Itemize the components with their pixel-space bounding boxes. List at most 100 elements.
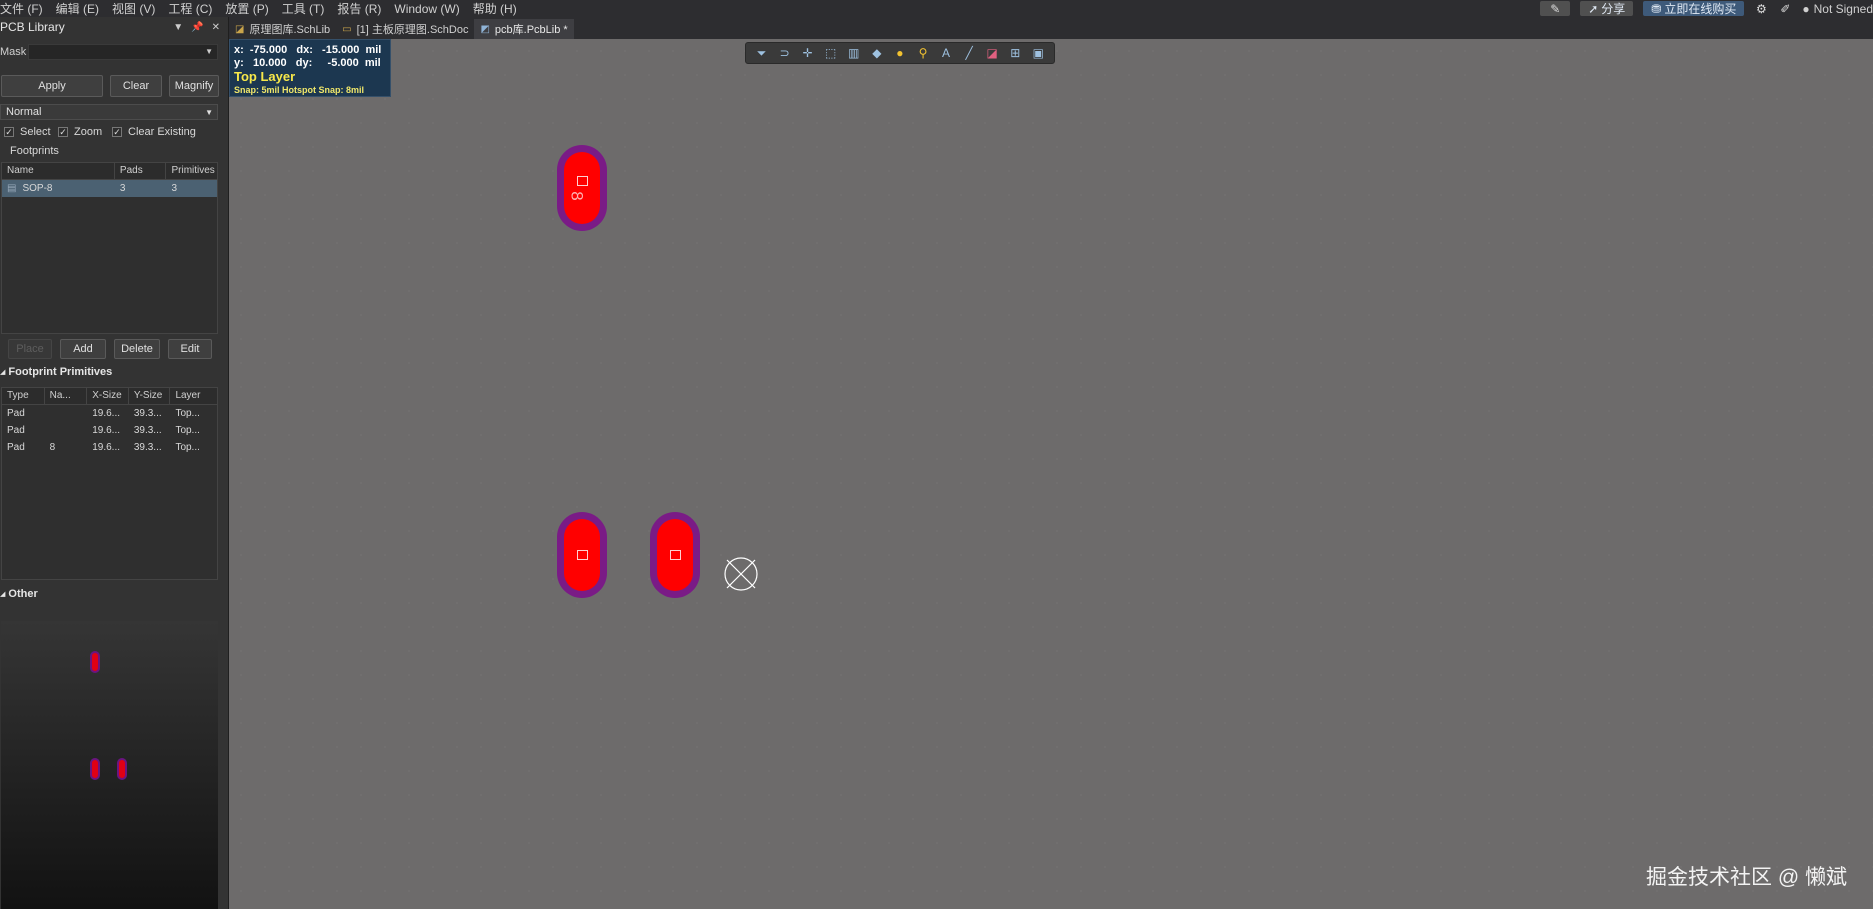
pad-2[interactable] (650, 512, 700, 598)
select-rect-icon[interactable]: ⬚ (823, 45, 839, 61)
menu-view[interactable]: 视图 (V) (112, 0, 168, 17)
table-row[interactable]: Pad 8 19.6... 39.3... Top... (2, 439, 217, 456)
component-icon[interactable]: ◆ (869, 45, 885, 61)
close-icon[interactable]: ✕ (212, 22, 220, 33)
coordinate-hud: x: -75.000 dx: -15.000 mil y: 10.000 dy:… (229, 39, 391, 97)
zoom-checkbox[interactable]: ✓ Zoom (58, 126, 102, 138)
footprints-header: Name Pads Primitives (2, 163, 217, 180)
chat-icon: ✎ (1550, 1, 1561, 16)
pad-hotspot (577, 176, 588, 186)
text-icon[interactable]: A (938, 45, 954, 61)
col-name[interactable]: Name (2, 163, 115, 179)
panel-title: PCB Library (0, 20, 65, 34)
menu-tools[interactable]: 工具 (T) (282, 0, 338, 17)
place-button[interactable]: Place (8, 339, 52, 359)
region-icon[interactable]: ◪ (984, 45, 1000, 61)
footprints-title: Footprints (10, 145, 59, 157)
board-icon[interactable]: ▣ (1030, 45, 1046, 61)
tab-pcblib[interactable]: ◩ pcb库.PcbLib * (474, 19, 574, 39)
watermark: 掘金技术社区 @ 懒斌 (1646, 866, 1847, 889)
other-section-title[interactable]: ◢ Other (0, 588, 38, 600)
dropdown-icon[interactable]: ▼ (173, 22, 183, 33)
pad-8[interactable]: 8 (557, 145, 607, 231)
via-icon[interactable]: ⚲ (915, 45, 931, 61)
col-name[interactable]: Na... (45, 388, 88, 404)
cell-type: Pad (7, 442, 25, 453)
cart-icon: ⛃ (1651, 1, 1662, 16)
primitives-title: Footprint Primitives (8, 366, 113, 378)
pad-1[interactable] (557, 512, 607, 598)
tab-label: 原理图库.SchLib (249, 24, 331, 36)
dimension-icon[interactable]: ⊞ (1007, 45, 1023, 61)
footprint-icon: ▤ (7, 183, 17, 194)
crosshair-icon[interactable]: ✛ (800, 45, 816, 61)
primitives-section-title[interactable]: ◢ Footprint Primitives (0, 366, 112, 378)
cell-xsize: 19.6... (92, 408, 121, 419)
magnet-icon[interactable]: ⊃ (777, 45, 793, 61)
delete-button[interactable]: Delete (114, 339, 160, 359)
pad-designator: 8 (567, 191, 587, 201)
buy-online-button[interactable]: ⛃ 立即在线购买 (1643, 1, 1745, 16)
clear-button[interactable]: Clear (110, 75, 162, 97)
table-row[interactable]: ▤ SOP-8 3 3 (2, 180, 217, 197)
checkbox-clear-existing-box: ✓ (112, 127, 122, 137)
cell-xsize: 19.6... (92, 425, 121, 436)
collapse-icon: ◢ (0, 369, 6, 376)
feedback-button[interactable]: ✎ (1540, 1, 1571, 16)
primitives-header: Type Na... X-Size Y-Size Layer (2, 388, 217, 405)
cell-name: 8 (49, 442, 56, 453)
select-checkbox[interactable]: ✓ Select (4, 126, 51, 138)
preview-pad (90, 651, 100, 673)
menu-project[interactable]: 工程 (C) (168, 0, 225, 17)
filter-icon[interactable]: ⏷ (754, 45, 770, 61)
apply-button[interactable]: Apply (1, 75, 103, 97)
clear-existing-checkbox[interactable]: ✓ Clear Existing (112, 126, 196, 138)
col-type[interactable]: Type (2, 388, 45, 404)
tab-label: [1] 主板原理图.SchDoc (356, 24, 469, 36)
user-label: Not Signed (1813, 1, 1873, 16)
menu-reports[interactable]: 报告 (R) (337, 0, 394, 17)
col-primitives[interactable]: Primitives (166, 163, 217, 179)
table-row[interactable]: Pad 19.6... 39.3... Top... (2, 405, 217, 422)
cell-xsize: 19.6... (92, 442, 121, 453)
checkbox-zoom-box: ✓ (58, 127, 68, 137)
cell-type: Pad (7, 408, 25, 419)
chevron-down-icon: ▼ (205, 107, 213, 117)
menu-window[interactable]: Window (W) (394, 2, 472, 16)
pcblib-file-icon: ◩ (480, 23, 490, 35)
cell-layer: Top... (175, 442, 200, 453)
table-row[interactable]: Pad 19.6... 39.3... Top... (2, 422, 217, 439)
hud-line-x: x: -75.000 dx: -15.000 mil (234, 44, 382, 56)
magnify-button[interactable]: Magnify (169, 75, 219, 97)
menu-file[interactable]: 文件 (F) (0, 0, 56, 17)
add-button[interactable]: Add (60, 339, 106, 359)
col-layer[interactable]: Layer (170, 388, 217, 404)
cell-ysize: 39.3... (133, 408, 162, 419)
edit-button[interactable]: Edit (168, 339, 212, 359)
tab-schlib[interactable]: ◪ 原理图库.SchLib (229, 19, 336, 39)
mask-input[interactable]: ▼ (28, 44, 218, 60)
menu-place[interactable]: 放置 (P) (225, 0, 281, 17)
align-icon[interactable]: ▥ (846, 45, 862, 61)
pad-icon[interactable]: ● (892, 45, 908, 61)
filter-mode-select[interactable]: Normal ▼ (0, 104, 218, 120)
active-bar: ⏷ ⊃ ✛ ⬚ ▥ ◆ ● ⚲ A ╱ ◪ ⊞ ▣ (745, 42, 1055, 64)
mask-label: Mask (0, 46, 27, 58)
share-label: 分享 (1601, 2, 1626, 16)
line-icon[interactable]: ╱ (961, 45, 977, 61)
share-button[interactable]: ➚ 分享 (1580, 1, 1634, 16)
col-pads[interactable]: Pads (115, 163, 167, 179)
tab-label: pcb库.PcbLib * (494, 24, 568, 36)
gear-icon[interactable]: ⚙ (1754, 2, 1768, 16)
pcb-library-panel: PCB Library ▼ 📌 ✕ Mask ▼ Apply Clear Mag… (0, 17, 229, 909)
pen-icon[interactable]: ✐ (1778, 2, 1792, 16)
pcb-canvas[interactable]: x: -75.000 dx: -15.000 mil y: 10.000 dy:… (229, 39, 1873, 909)
col-xsize[interactable]: X-Size (87, 388, 129, 404)
user-account[interactable]: ● Not Signed (1802, 2, 1873, 16)
schlib-file-icon: ◪ (235, 23, 245, 35)
menu-edit[interactable]: 编辑 (E) (56, 0, 112, 17)
pin-icon[interactable]: 📌 (191, 22, 203, 33)
menu-help[interactable]: 帮助 (H) (473, 0, 530, 17)
col-ysize[interactable]: Y-Size (129, 388, 171, 404)
tab-schdoc[interactable]: ▭ [1] 主板原理图.SchDoc (336, 19, 474, 39)
